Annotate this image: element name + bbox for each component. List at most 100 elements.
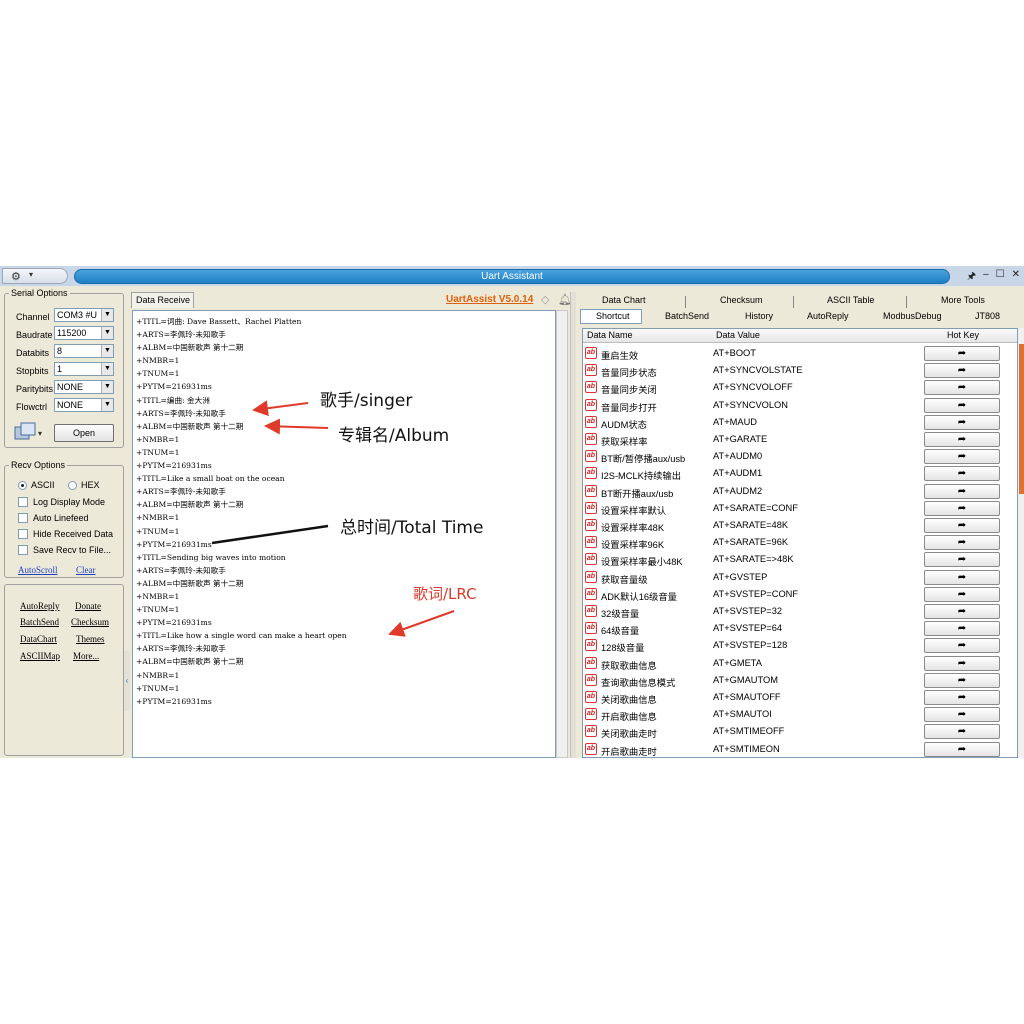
send-arrow-button[interactable]: ➦ (924, 638, 1000, 654)
send-arrow-button[interactable]: ➦ (924, 500, 1000, 516)
table-row[interactable]: ab 获取采样率 AT+GARATE ➦ (583, 431, 1017, 448)
tab-batchsend[interactable]: BatchSend (665, 311, 709, 321)
table-row[interactable]: ab 音量同步状态 AT+SYNCVOLSTATE ➦ (583, 362, 1017, 379)
diamond-icon[interactable]: ◇ (541, 293, 549, 306)
paritybits-select[interactable]: NONE ▼ (54, 380, 114, 394)
asciimap-link[interactable]: ASCIIMap (20, 651, 60, 661)
system-menu-button[interactable]: ⚙ ▾ (2, 268, 68, 284)
send-arrow-button[interactable]: ➦ (924, 380, 1000, 396)
tab-shortcut[interactable]: Shortcut (596, 311, 630, 321)
send-arrow-button[interactable]: ➦ (924, 586, 1000, 602)
auto-linefeed-checkbox[interactable]: Auto Linefeed (18, 513, 89, 523)
table-row[interactable]: ab 32级音量 AT+SVSTEP=32 ➦ (583, 603, 1017, 620)
tab-ascii-table[interactable]: ASCII Table (827, 295, 874, 305)
table-row[interactable]: ab 设置采样率默认 AT+SARATE=CONF ➦ (583, 500, 1017, 517)
tab-more-tools[interactable]: More Tools (941, 295, 985, 305)
save-recv-checkbox[interactable]: Save Recv to File... (18, 545, 111, 555)
column-header-data-value[interactable]: Data Value (716, 330, 760, 340)
tab-jt808[interactable]: JT808 (975, 311, 1000, 321)
hex-radio[interactable]: HEX (68, 480, 100, 490)
send-arrow-button[interactable]: ➦ (924, 414, 1000, 430)
maximize-button[interactable]: ☐ (996, 269, 1005, 283)
stopbits-select[interactable]: 1 ▼ (54, 362, 114, 376)
table-row[interactable]: ab 开启歌曲走时 AT+SMTIMEON ➦ (583, 741, 1017, 757)
donate-link[interactable]: Donate (75, 601, 101, 611)
send-arrow-button[interactable]: ➦ (924, 518, 1000, 533)
table-row[interactable]: ab 关闭歌曲走时 AT+SMTIMEOFF ➦ (583, 723, 1017, 740)
autoscroll-link[interactable]: AutoScroll (18, 565, 58, 575)
baudrate-select[interactable]: 115200 ▼ (54, 326, 114, 340)
pin-icon[interactable]: 🖈 (967, 269, 976, 283)
table-row[interactable]: ab 查询歌曲信息模式 AT+GMAUTOM ➦ (583, 672, 1017, 689)
table-row[interactable]: ab 设置采样率96K AT+SARATE=96K ➦ (583, 534, 1017, 551)
table-row[interactable]: ab 64级音量 AT+SVSTEP=64 ➦ (583, 620, 1017, 637)
left-panel: Serial Options Channel COM3 #U ▼ Baudrate… (4, 288, 125, 758)
collapse-left-handle[interactable]: ‹ (124, 651, 130, 711)
channel-select[interactable]: COM3 #U ▼ (54, 308, 114, 322)
send-arrow-button[interactable]: ➦ (924, 552, 1000, 568)
send-arrow-button[interactable]: ➦ (924, 569, 1000, 585)
hide-received-checkbox[interactable]: Hide Received Data (18, 529, 113, 539)
column-header-data-name[interactable]: Data Name (587, 330, 633, 340)
splitter[interactable] (570, 292, 576, 758)
flowctrl-select[interactable]: NONE ▼ (54, 398, 114, 412)
send-arrow-button[interactable]: ➦ (924, 604, 1000, 619)
send-arrow-button[interactable]: ➦ (924, 621, 1000, 637)
log-display-checkbox[interactable]: Log Display Mode (18, 497, 105, 507)
open-button[interactable]: Open (54, 424, 114, 442)
table-row[interactable]: ab 音量同步关闭 AT+SYNCVOLOFF ➦ (583, 379, 1017, 396)
table-row[interactable]: ab 关闭歌曲信息 AT+SMAUTOFF ➦ (583, 689, 1017, 706)
table-row[interactable]: ab BT断/暂停播aux/usb AT+AUDM0 ➦ (583, 448, 1017, 465)
table-row[interactable]: ab 开启歌曲信息 AT+SMAUTOI ➦ (583, 706, 1017, 723)
tab-checksum[interactable]: Checksum (720, 295, 763, 305)
string-type-icon: ab (585, 622, 597, 635)
table-row[interactable]: ab ADK默认16级音量 AT+SVSTEP=CONF ➦ (583, 586, 1017, 603)
scrollbar-thumb[interactable] (1019, 344, 1024, 494)
databits-select[interactable]: 8 ▼ (54, 344, 114, 358)
send-arrow-button[interactable]: ➦ (924, 672, 1000, 688)
close-button[interactable]: ✕ (1012, 269, 1020, 283)
table-row[interactable]: ab I2S-MCLK持续输出 AT+AUDM1 ➦ (583, 465, 1017, 482)
datachart-link[interactable]: DataChart (20, 634, 57, 644)
column-header-hot-key[interactable]: Hot Key (947, 330, 979, 340)
port-device-icon[interactable]: ▾ (14, 422, 42, 442)
minimize-button[interactable]: – (983, 269, 989, 283)
checksum-link[interactable]: Checksum (71, 617, 109, 627)
tab-data-chart[interactable]: Data Chart (602, 295, 646, 305)
tab-modbusdebug[interactable]: ModbusDebug (883, 311, 942, 321)
clear-link[interactable]: Clear (76, 565, 96, 575)
send-arrow-button[interactable]: ➦ (924, 432, 1000, 447)
table-row[interactable]: ab 128级音量 AT+SVSTEP=128 ➦ (583, 637, 1017, 654)
ascii-radio[interactable]: ASCII (18, 480, 55, 490)
send-arrow-button[interactable]: ➦ (924, 346, 1000, 361)
send-arrow-button[interactable]: ➦ (924, 466, 1000, 482)
table-row[interactable]: ab BT断开播aux/usb AT+AUDM2 ➦ (583, 483, 1017, 500)
batchsend-link[interactable]: BatchSend (20, 617, 59, 627)
table-row[interactable]: ab 音量同步打开 AT+SYNCVOLON ➦ (583, 397, 1017, 414)
send-arrow-button[interactable]: ➦ (924, 724, 1000, 740)
table-row[interactable]: ab 获取音量级 AT+GVSTEP ➦ (583, 569, 1017, 586)
send-arrow-button[interactable]: ➦ (924, 483, 1000, 499)
send-arrow-button[interactable]: ➦ (924, 707, 1000, 723)
themes-link[interactable]: Themes (76, 634, 105, 644)
send-arrow-button[interactable]: ➦ (924, 363, 1000, 379)
table-row[interactable]: ab AUDM状态 AT+MAUD ➦ (583, 414, 1017, 431)
tab-history[interactable]: History (745, 311, 773, 321)
table-row[interactable]: ab 重启生效 AT+BOOT ➦ (583, 345, 1017, 362)
send-arrow-button[interactable]: ➦ (924, 741, 1000, 757)
table-scrollbar[interactable] (1018, 328, 1024, 758)
autoreply-link[interactable]: AutoReply (20, 601, 60, 611)
receive-scrollbar[interactable] (556, 310, 568, 758)
more-link[interactable]: More... (73, 651, 99, 661)
table-row[interactable]: ab 设置采样率48K AT+SARATE=48K ➦ (583, 517, 1017, 534)
send-arrow-button[interactable]: ➦ (924, 655, 1000, 671)
table-row[interactable]: ab 设置采样率最小48K AT+SARATE=>48K ➦ (583, 551, 1017, 568)
send-arrow-button[interactable]: ➦ (924, 449, 1000, 465)
version-link[interactable]: UartAssist V5.0.14 (446, 294, 533, 305)
table-row[interactable]: ab 获取歌曲信息 AT+GMETA ➦ (583, 655, 1017, 672)
send-arrow-button[interactable]: ➦ (924, 397, 1000, 413)
data-receive-tab[interactable]: Data Receive (131, 292, 194, 308)
send-arrow-button[interactable]: ➦ (924, 690, 1000, 705)
send-arrow-button[interactable]: ➦ (924, 535, 1000, 551)
tab-autoreply[interactable]: AutoReply (807, 311, 849, 321)
